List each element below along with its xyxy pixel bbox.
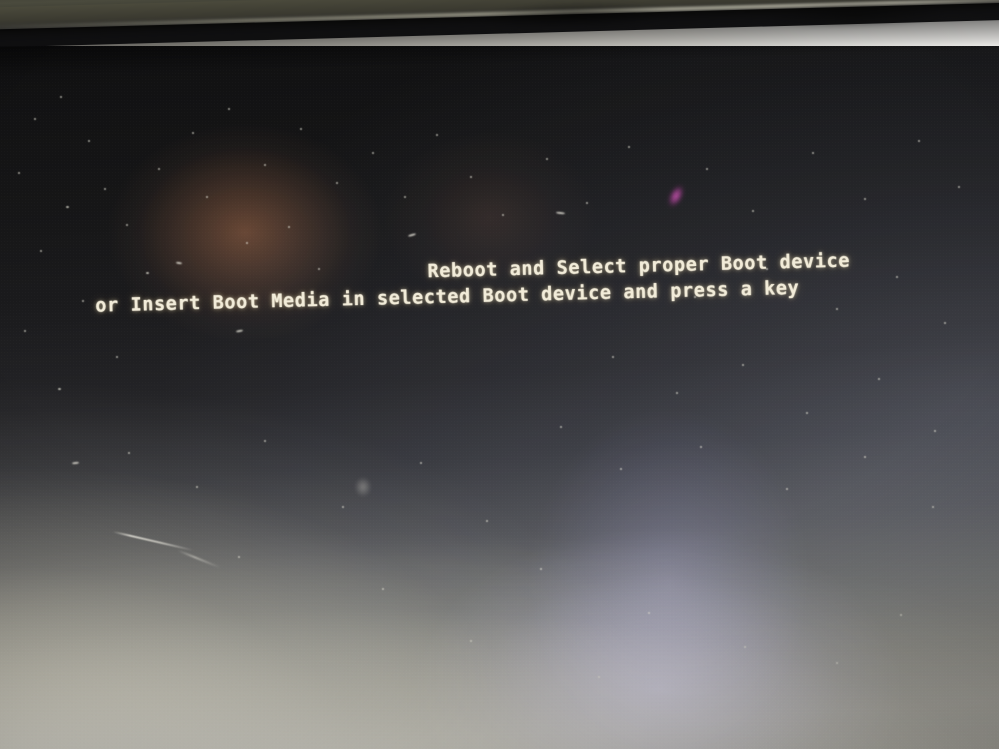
bottom-left-glare-reflection bbox=[0, 0, 999, 749]
monitor-photo: Reboot and Select proper Boot device or … bbox=[0, 0, 999, 749]
lens-vignette bbox=[0, 0, 999, 749]
right-slate-cast bbox=[0, 0, 999, 749]
dust-speck-layer bbox=[0, 0, 999, 749]
surface-scratch bbox=[112, 530, 194, 552]
bottom-glare-reflection bbox=[0, 0, 999, 749]
violet-glow-tail bbox=[0, 0, 999, 749]
surface-scratch-secondary bbox=[177, 549, 221, 569]
screen-surface bbox=[0, 0, 999, 749]
amber-glow-reflection bbox=[0, 0, 999, 749]
violet-glow-reflection bbox=[0, 0, 999, 749]
bios-message-block: Reboot and Select proper Boot device or … bbox=[83, 247, 914, 320]
screen-smudge bbox=[352, 474, 374, 500]
sensor-noise bbox=[0, 0, 999, 749]
magenta-lens-flare bbox=[662, 179, 690, 213]
amber-glow-secondary bbox=[0, 0, 999, 749]
